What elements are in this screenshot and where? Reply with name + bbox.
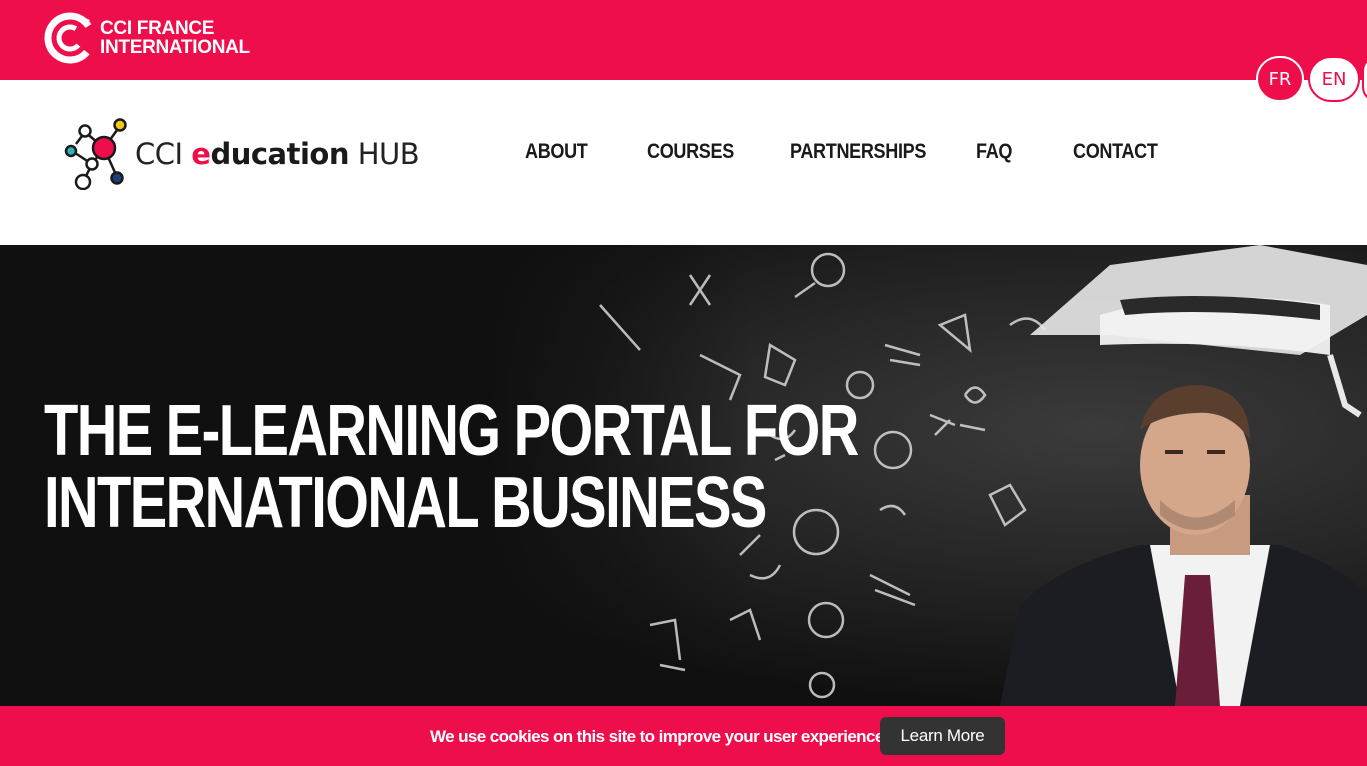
- cci-france-international-logo[interactable]: CCI FRANCE INTERNATIONAL: [44, 12, 250, 64]
- nav-item-contact[interactable]: CONTACT: [1073, 140, 1158, 164]
- cci-logo-icon: [44, 12, 96, 64]
- cookie-banner: We use cookies on this site to improve y…: [0, 706, 1367, 766]
- nav-item-faq[interactable]: FAQ: [976, 140, 1012, 164]
- site-header: CCI education HUB ABOUT COURSES PARTNERS…: [0, 80, 1367, 245]
- brand-line-1: CCI FRANCE: [100, 18, 215, 39]
- brand-line-2: INTERNATIONAL: [100, 37, 250, 58]
- cookie-message: We use cookies on this site to improve y…: [430, 727, 888, 746]
- hero-title: THE E-LEARNING PORTAL FOR INTERNATIONAL …: [44, 391, 859, 543]
- hero-banner: THE E-LEARNING PORTAL FOR INTERNATIONAL …: [0, 245, 1367, 706]
- main-nav: ABOUT COURSES PARTNERSHIPS FAQ CONTACT: [0, 140, 1367, 170]
- nav-item-about[interactable]: ABOUT: [525, 140, 588, 164]
- nav-item-partnerships[interactable]: PARTNERSHIPS: [790, 140, 926, 164]
- top-bar: CCI FRANCE INTERNATIONAL: [0, 0, 1367, 80]
- language-en-button[interactable]: EN: [1308, 56, 1360, 102]
- nav-item-courses[interactable]: COURSES: [647, 140, 734, 164]
- learn-more-button[interactable]: Learn More: [880, 717, 1005, 755]
- language-fr-button[interactable]: FR: [1256, 56, 1304, 102]
- hero-title-line-1: THE E-LEARNING PORTAL FOR: [44, 391, 859, 471]
- hero-title-line-2: INTERNATIONAL BUSINESS: [44, 463, 767, 543]
